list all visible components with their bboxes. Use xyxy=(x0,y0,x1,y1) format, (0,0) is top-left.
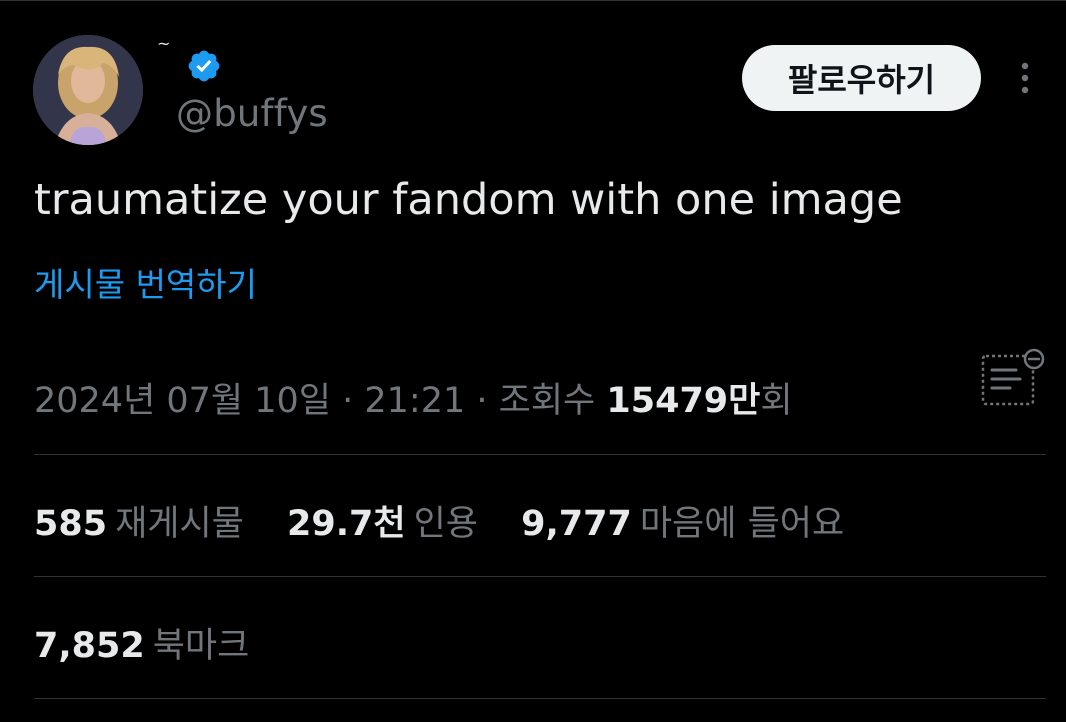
quotes-label: 인용 xyxy=(413,504,478,544)
quotes-stat[interactable]: 29.7천 인용 xyxy=(287,495,478,546)
likes-stat[interactable]: 9,777 마음에 들어요 xyxy=(521,495,844,546)
verified-badge-icon xyxy=(188,50,220,82)
quotes-count: 29.7천 xyxy=(287,504,406,544)
translate-post-link[interactable]: 게시물 번역하기 xyxy=(34,258,257,306)
tweet-text: traumatize your fandom with one image xyxy=(34,175,903,225)
tweet-time[interactable]: 21:21 xyxy=(364,381,465,421)
more-options-icon[interactable] xyxy=(1010,58,1040,98)
divider xyxy=(34,698,1046,699)
display-name[interactable]: ~ xyxy=(157,34,170,53)
reposts-stat[interactable]: 585 재게시물 xyxy=(34,495,244,546)
bookmarks-stat[interactable]: 7,852 북마크 xyxy=(34,617,281,668)
top-divider xyxy=(0,0,1066,1)
likes-count: 9,777 xyxy=(521,504,632,544)
views-count: 15479만 xyxy=(606,381,761,421)
tweet-date[interactable]: 2024년 07월 10일 xyxy=(34,381,331,421)
engagement-stats: 585 재게시물 29.7천 인용 9,777 마음에 들어요 xyxy=(34,495,876,546)
views-suffix: 회 xyxy=(760,381,793,421)
analytics-icon[interactable] xyxy=(980,348,1046,408)
avatar-image xyxy=(33,35,143,145)
meta-separator: · xyxy=(331,381,365,421)
reposts-count: 585 xyxy=(34,504,108,544)
reposts-label: 재게시물 xyxy=(115,504,244,544)
follow-button[interactable]: 팔로우하기 xyxy=(742,45,981,111)
meta-separator: · xyxy=(465,381,499,421)
divider xyxy=(34,454,1046,455)
likes-label: 마음에 들어요 xyxy=(639,504,845,544)
bookmarks-label: 북마크 xyxy=(152,626,250,666)
tweet-meta: 2024년 07월 10일 · 21:21 · 조회수 15479만회 xyxy=(34,372,793,423)
avatar[interactable] xyxy=(33,35,143,145)
views-label: 조회수 xyxy=(498,381,607,421)
author-handle[interactable]: @buffys xyxy=(176,92,328,135)
bookmarks-count: 7,852 xyxy=(34,626,145,666)
divider xyxy=(34,576,1046,577)
